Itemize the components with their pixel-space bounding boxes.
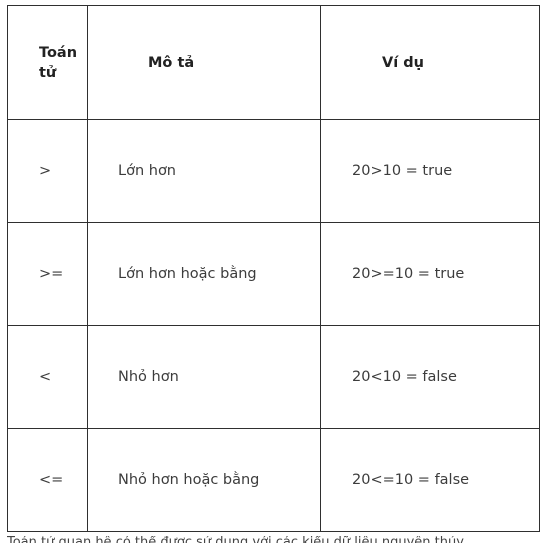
description-cell: Lớn hơn (87, 119, 321, 223)
example-cell: 20>=10 = true (320, 222, 540, 326)
table-row: > Lớn hơn 20>10 = true (7, 119, 540, 223)
operator-cell: >= (7, 222, 88, 326)
operator-cell: <= (7, 428, 88, 532)
description-cell: Nhỏ hơn hoặc bằng (87, 428, 321, 532)
description-cell: Nhỏ hơn (87, 325, 321, 429)
example-cell: 20>10 = true (320, 119, 540, 223)
description-cell: Lớn hơn hoặc bằng (87, 222, 321, 326)
operator-cell: > (7, 119, 88, 223)
operator-cell: < (7, 325, 88, 429)
table-row: <= Nhỏ hơn hoặc bằng 20<=10 = false (7, 428, 540, 532)
example-cell: 20<10 = false (320, 325, 540, 429)
table-caption: Toán tử quan hệ có thể được sử dụng với … (7, 536, 539, 543)
table-row: >= Lớn hơn hoặc bằng 20>=10 = true (7, 222, 540, 326)
example-cell: 20<=10 = false (320, 428, 540, 532)
header-description: Mô tả (87, 5, 321, 120)
header-example: Ví dụ (320, 5, 540, 120)
relational-operators-table: Toán tử Mô tả Ví dụ > Lớn hơn 20>10 = tr… (7, 5, 540, 532)
header-operator: Toán tử (7, 5, 88, 120)
table-header-row: Toán tử Mô tả Ví dụ (7, 5, 540, 120)
table-row: < Nhỏ hơn 20<10 = false (7, 325, 540, 429)
